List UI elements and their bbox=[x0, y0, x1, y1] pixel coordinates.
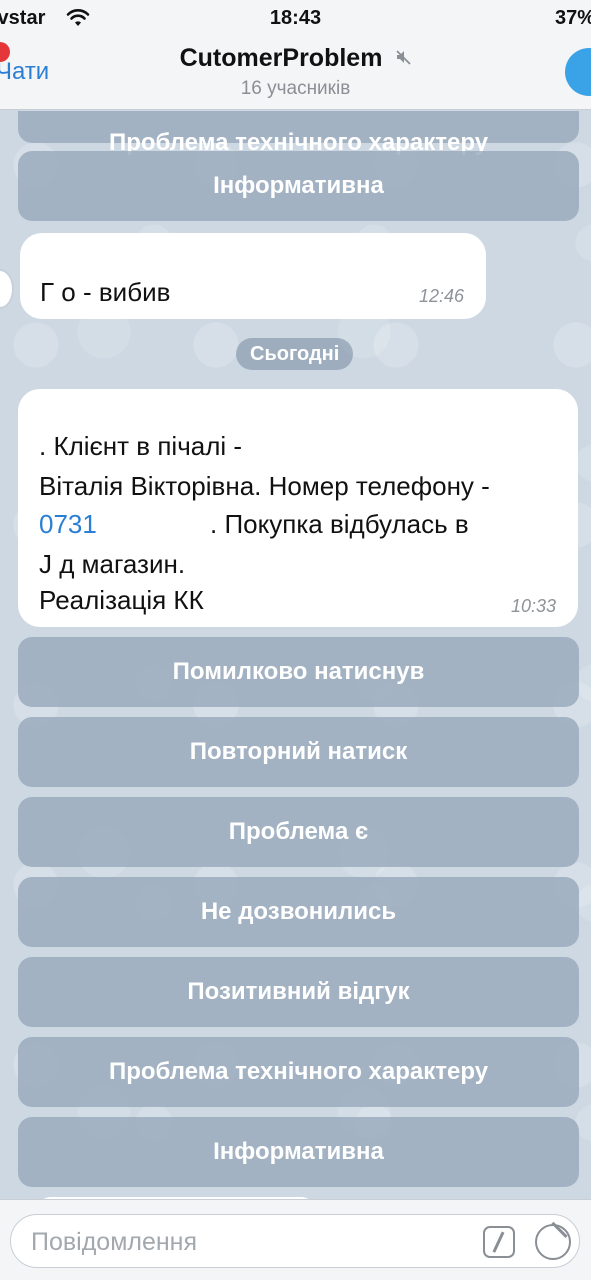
inline-button[interactable]: Не дозвонились bbox=[18, 877, 579, 947]
inline-button-label: Повторний натиск bbox=[189, 738, 408, 765]
message-line: Віталія Вікторівна. Номер телефону - bbox=[39, 471, 490, 501]
message-bubble[interactable]: Г о - вибив 12:46 bbox=[20, 233, 486, 319]
inline-button-label: Проблема технічного характеру bbox=[108, 1058, 489, 1085]
clock: 18:43 bbox=[269, 7, 322, 29]
battery-level: 37% bbox=[554, 7, 591, 29]
chat-area[interactable]: Проблема технічного характеру Інформатив… bbox=[0, 111, 591, 1199]
message-input-wrapper[interactable] bbox=[10, 1214, 580, 1268]
message-input[interactable] bbox=[31, 1225, 471, 1259]
chat-members-count: 16 учасників bbox=[240, 78, 351, 99]
inline-button-label: Помилково натиснув bbox=[172, 658, 425, 685]
inline-button-label: Інформативна bbox=[213, 1138, 384, 1165]
bot-commands-icon[interactable] bbox=[483, 1226, 515, 1258]
message-line: . Покупка відбулась в bbox=[210, 509, 469, 539]
message-composer bbox=[0, 1199, 591, 1280]
sticker-icon[interactable] bbox=[535, 1224, 571, 1260]
chat-title-block[interactable]: CutomerProblem bbox=[0, 44, 591, 73]
inline-button[interactable]: Проблема є bbox=[18, 797, 579, 867]
inline-button[interactable]: Інформативна bbox=[18, 1117, 579, 1187]
inline-button-label: Проблема є bbox=[228, 818, 369, 845]
status-bar: ivstar 18:43 37% bbox=[0, 0, 591, 38]
message-text: Г о - вибив bbox=[40, 277, 171, 307]
inline-button[interactable]: Помилково натиснув bbox=[18, 637, 579, 707]
inline-button[interactable]: Проблема технічного характеру bbox=[18, 111, 579, 156]
message-bubble[interactable]: . Клієнт в пічалі - Віталія Вікторівна. … bbox=[18, 389, 578, 627]
inline-button-label: Не дозвонились bbox=[200, 898, 397, 925]
inline-button[interactable]: Проблема технічного характеру bbox=[18, 1037, 579, 1107]
message-line: J д магазин. bbox=[39, 549, 186, 579]
inline-button[interactable]: Позитивний відгук bbox=[18, 957, 579, 1027]
message-line: Реалізація КК bbox=[39, 585, 204, 615]
message-line: . Клієнт в пічалі - bbox=[39, 431, 243, 461]
sender-avatar[interactable] bbox=[0, 269, 14, 309]
inline-button-label: Інформативна bbox=[213, 172, 384, 199]
chat-title: CutomerProblem bbox=[179, 44, 383, 72]
message-time: 12:46 bbox=[418, 286, 464, 306]
message-time: 10:33 bbox=[510, 596, 556, 616]
phone-link[interactable]: 0731 bbox=[39, 509, 97, 540]
chat-header: Чати CutomerProblem 16 учасників bbox=[0, 38, 591, 110]
inline-button-label: Позитивний відгук bbox=[187, 978, 410, 1005]
mute-icon bbox=[395, 49, 412, 70]
date-separator: Сьогодні bbox=[236, 338, 354, 370]
inline-button[interactable]: Повторний натиск bbox=[18, 717, 579, 787]
inline-button[interactable]: Інформативна bbox=[18, 151, 579, 221]
